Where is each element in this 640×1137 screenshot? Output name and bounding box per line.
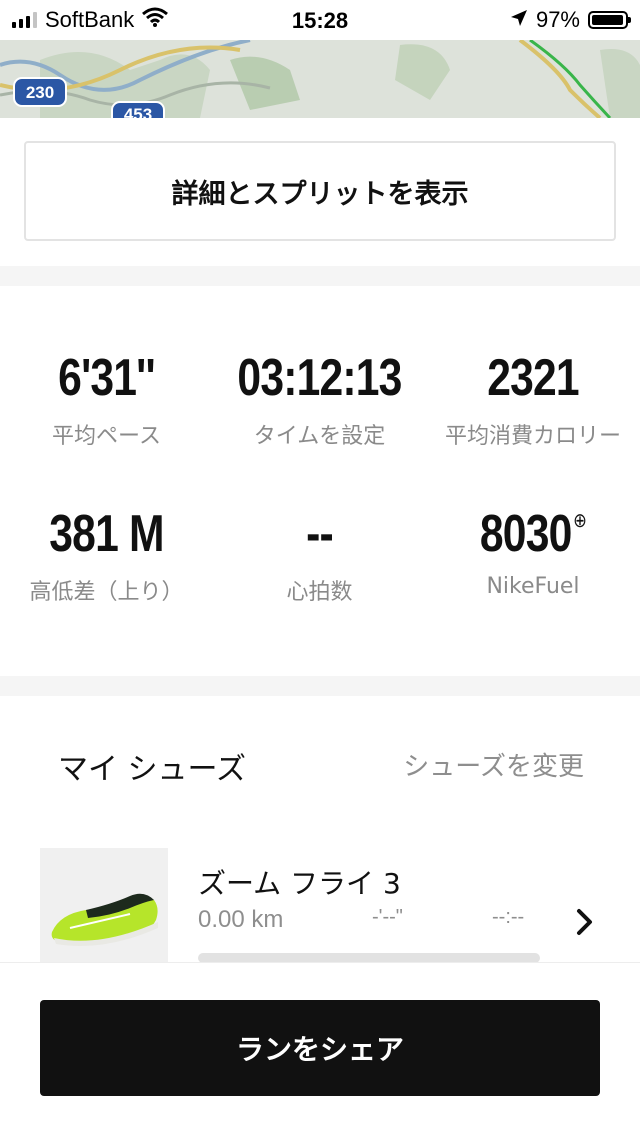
status-bar: SoftBank 15:28 97%: [0, 0, 640, 40]
stat-label: タイムを設定: [253, 424, 386, 449]
route-shield-453: 453: [124, 105, 152, 118]
stat-value: 381 M: [49, 505, 164, 563]
stat-value: 8030⊕: [445, 504, 620, 564]
shoe-time: --:--: [492, 906, 525, 928]
stat-average-pace: 6'31'' 平均ペース: [0, 348, 213, 450]
route-map[interactable]: 230 453: [0, 40, 640, 118]
battery-icon: [588, 11, 631, 29]
shoe-name[interactable]: ズーム フライ 3: [198, 862, 401, 902]
stat-value: --: [306, 505, 334, 563]
signal-strength-icon: [12, 12, 37, 28]
chevron-right-icon[interactable]: [570, 905, 600, 939]
carrier-name: SoftBank: [45, 7, 135, 32]
stat-label: 心拍数: [286, 580, 353, 605]
shoe-image: [40, 848, 168, 962]
stat-label: 平均消費カロリー: [444, 424, 621, 449]
stat-duration: 03:12:13 タイムを設定: [213, 348, 426, 450]
section-divider: [0, 266, 640, 286]
route-shield-icon: 453: [111, 101, 165, 118]
stat-elevation-gain: 381 M 高低差（上り）: [0, 504, 213, 606]
battery-percent: 97%: [535, 7, 580, 32]
location-arrow-icon: [510, 7, 528, 33]
section-divider: [0, 676, 640, 696]
details-splits-button[interactable]: 詳細とスプリットを表示: [24, 141, 616, 241]
stat-calories: 2321 平均消費カロリー: [426, 348, 640, 450]
status-right: 97%: [510, 0, 631, 40]
shoe-distance: 0.00 km: [198, 906, 284, 933]
stat-heart-rate: -- 心拍数: [213, 504, 426, 606]
shoe-pace: -'--": [372, 906, 403, 928]
stat-nikefuel: 8030⊕ NikeFuel: [426, 504, 640, 599]
stat-value: 2321: [487, 349, 579, 407]
stat-value: 03:12:13: [237, 349, 402, 407]
share-run-button[interactable]: ランをシェア: [40, 1000, 600, 1096]
fuel-plus-icon: ⊕: [573, 510, 587, 532]
stat-label: NikeFuel: [486, 574, 580, 599]
stats-grid: 6'31'' 平均ペース 03:12:13 タイムを設定 2321 平均消費カロ…: [0, 286, 640, 676]
map-graphic: 230 453: [0, 40, 640, 118]
stat-label: 平均ペース: [52, 424, 161, 449]
status-left: SoftBank: [12, 0, 169, 40]
stat-number: 8030: [479, 505, 572, 563]
change-shoes-link[interactable]: シューズを変更: [403, 746, 584, 783]
stat-value: 6'31'': [58, 349, 155, 407]
stat-label: 高低差（上り）: [29, 580, 184, 605]
wifi-icon: [142, 7, 169, 33]
my-shoes-title: マイ シューズ: [58, 752, 247, 787]
route-shield-230: 230: [26, 83, 54, 102]
route-shield-icon: 230: [13, 77, 67, 107]
